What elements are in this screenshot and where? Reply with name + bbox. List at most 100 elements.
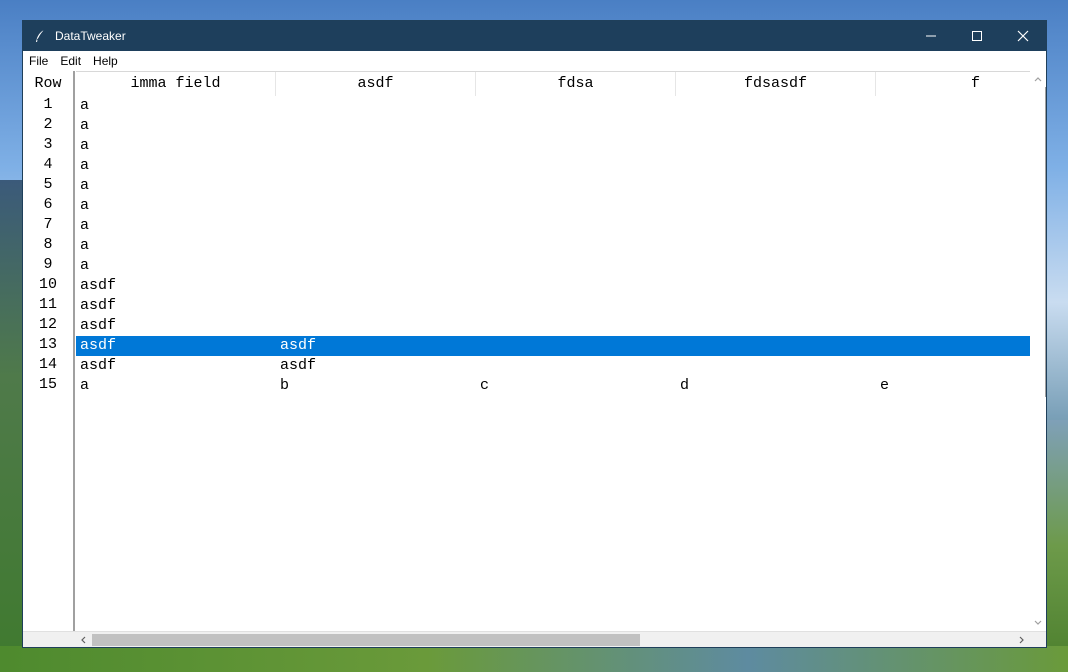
- table-row[interactable]: a: [76, 156, 1030, 176]
- table-cell[interactable]: [276, 196, 476, 216]
- table-cell[interactable]: [676, 196, 876, 216]
- column-header[interactable]: fdsa: [476, 72, 676, 96]
- table-row[interactable]: asdf: [76, 276, 1030, 296]
- close-button[interactable]: [1000, 21, 1046, 51]
- table-cell[interactable]: [876, 136, 1030, 156]
- table-cell[interactable]: [476, 256, 676, 276]
- table-cell[interactable]: [676, 256, 876, 276]
- table-cell[interactable]: [476, 96, 676, 116]
- row-number[interactable]: 12: [23, 315, 73, 335]
- table-cell[interactable]: [476, 136, 676, 156]
- table-cell[interactable]: a: [76, 116, 276, 136]
- table-row[interactable]: a: [76, 96, 1030, 116]
- table-cell[interactable]: asdf: [276, 336, 476, 356]
- vertical-scroll-thumb[interactable]: [1030, 87, 1046, 397]
- title-bar[interactable]: DataTweaker: [23, 21, 1046, 51]
- row-number[interactable]: 7: [23, 215, 73, 235]
- table-cell[interactable]: c: [476, 376, 676, 396]
- table-cell[interactable]: [276, 296, 476, 316]
- table-cell[interactable]: [876, 256, 1030, 276]
- table-cell[interactable]: [476, 296, 676, 316]
- row-number[interactable]: 1: [23, 95, 73, 115]
- vertical-scrollbar[interactable]: [1030, 71, 1046, 631]
- menu-edit[interactable]: Edit: [54, 51, 87, 71]
- row-number[interactable]: 11: [23, 295, 73, 315]
- table-cell[interactable]: [276, 316, 476, 336]
- table-cell[interactable]: d: [676, 376, 876, 396]
- table-cell[interactable]: [676, 296, 876, 316]
- table-cell[interactable]: b: [276, 376, 476, 396]
- table-cell[interactable]: [876, 296, 1030, 316]
- table-cell[interactable]: [676, 176, 876, 196]
- table-cell[interactable]: [876, 196, 1030, 216]
- row-number[interactable]: 2: [23, 115, 73, 135]
- maximize-button[interactable]: [954, 21, 1000, 51]
- row-number[interactable]: 5: [23, 175, 73, 195]
- table-cell[interactable]: [476, 276, 676, 296]
- table-cell[interactable]: [876, 336, 1030, 356]
- table-row[interactable]: asdf asdf: [76, 356, 1030, 376]
- table-cell[interactable]: [276, 176, 476, 196]
- row-number[interactable]: 13: [23, 335, 73, 355]
- table-cell[interactable]: a: [76, 196, 276, 216]
- table-cell[interactable]: asdf: [76, 316, 276, 336]
- table-row[interactable]: a: [76, 256, 1030, 276]
- table-cell[interactable]: a: [76, 136, 276, 156]
- column-header[interactable]: fdsasdf: [676, 72, 876, 96]
- table-cell[interactable]: [276, 156, 476, 176]
- column-header[interactable]: asdf: [276, 72, 476, 96]
- row-number[interactable]: 14: [23, 355, 73, 375]
- table-cell[interactable]: a: [76, 236, 276, 256]
- table-cell[interactable]: [476, 336, 676, 356]
- table-cell[interactable]: [476, 216, 676, 236]
- table-cell[interactable]: a: [76, 376, 276, 396]
- table-cell[interactable]: [676, 116, 876, 136]
- menu-file[interactable]: File: [23, 51, 54, 71]
- minimize-button[interactable]: [908, 21, 954, 51]
- table-cell[interactable]: [876, 176, 1030, 196]
- table-cell[interactable]: [476, 356, 676, 376]
- table-cell[interactable]: a: [76, 176, 276, 196]
- table-row[interactable]: a: [76, 116, 1030, 136]
- table-cell[interactable]: [276, 256, 476, 276]
- table-cell[interactable]: [476, 236, 676, 256]
- table-row[interactable]: a: [76, 176, 1030, 196]
- table-row[interactable]: a: [76, 196, 1030, 216]
- table-cell[interactable]: [276, 116, 476, 136]
- table-cell[interactable]: [676, 316, 876, 336]
- table-cell[interactable]: a: [76, 96, 276, 116]
- table-cell[interactable]: asdf: [76, 356, 276, 376]
- table-cell[interactable]: [676, 96, 876, 116]
- table-row[interactable]: a: [76, 236, 1030, 256]
- table-cell[interactable]: [276, 276, 476, 296]
- table-cell[interactable]: [676, 336, 876, 356]
- table-cell[interactable]: [676, 276, 876, 296]
- menu-help[interactable]: Help: [87, 51, 124, 71]
- table-cell[interactable]: [676, 356, 876, 376]
- row-number[interactable]: 8: [23, 235, 73, 255]
- row-number[interactable]: 10: [23, 275, 73, 295]
- table-cell[interactable]: a: [76, 156, 276, 176]
- table-cell[interactable]: [876, 96, 1030, 116]
- table-cell[interactable]: a: [76, 216, 276, 236]
- table-cell[interactable]: [876, 116, 1030, 136]
- scroll-down-button[interactable]: [1030, 615, 1046, 631]
- table-cell[interactable]: [476, 176, 676, 196]
- table-cell[interactable]: [676, 236, 876, 256]
- table-cell[interactable]: [876, 236, 1030, 256]
- table-cell[interactable]: [876, 316, 1030, 336]
- table-row[interactable]: a: [76, 216, 1030, 236]
- table-cell[interactable]: [476, 156, 676, 176]
- horizontal-scrollbar[interactable]: [23, 631, 1046, 647]
- table-cell[interactable]: [476, 116, 676, 136]
- table-cell[interactable]: [676, 216, 876, 236]
- table-row-selected[interactable]: asdf asdf: [76, 336, 1030, 356]
- table-cell[interactable]: [276, 216, 476, 236]
- column-header[interactable]: imma field: [76, 72, 276, 96]
- horizontal-scroll-thumb[interactable]: [92, 634, 640, 646]
- table-row[interactable]: asdf: [76, 296, 1030, 316]
- table-row[interactable]: asdf: [76, 316, 1030, 336]
- table-cell[interactable]: [676, 136, 876, 156]
- scroll-right-button[interactable]: [1014, 632, 1030, 648]
- row-number[interactable]: 15: [23, 375, 73, 395]
